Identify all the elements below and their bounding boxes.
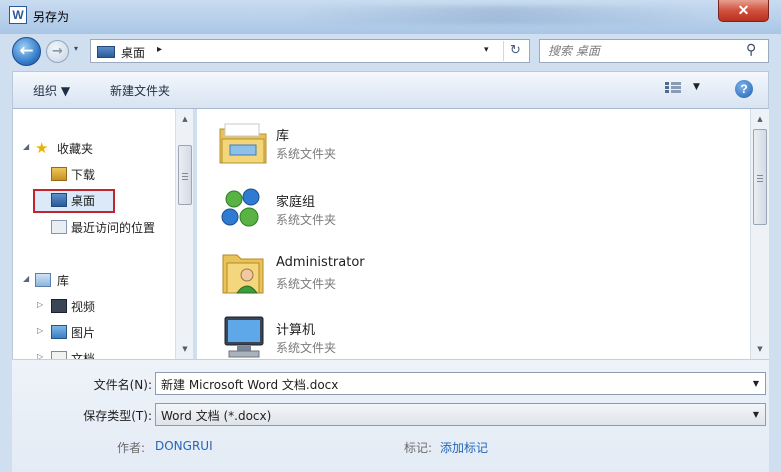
file-name: Administrator bbox=[276, 255, 365, 270]
new-folder-button[interactable]: 新建文件夹 bbox=[110, 82, 170, 99]
expander-icon[interactable]: ▷ bbox=[37, 300, 43, 309]
word-app-icon: W bbox=[9, 6, 27, 24]
grip-line bbox=[757, 178, 763, 179]
blurred-title-band bbox=[300, 6, 700, 24]
expander-icon[interactable]: ◢ bbox=[23, 142, 29, 151]
savetype-value: Word 文档 (*.docx) bbox=[161, 409, 272, 423]
save-form: 文件名(N): 新建 Microsoft Word 文档.docx ▼ 保存类型… bbox=[12, 359, 769, 472]
desktop-icon bbox=[51, 193, 67, 207]
title-bar: W 另存为 ✕ bbox=[0, 0, 781, 34]
sidebar-item-videos[interactable]: ▷ 视频 bbox=[13, 295, 175, 317]
organize-button[interactable]: 组织 ▼ bbox=[33, 82, 70, 99]
sidebar-item-downloads[interactable]: 下载 bbox=[13, 163, 175, 185]
expander-icon[interactable]: ▷ bbox=[37, 326, 43, 335]
file-type: 系统文件夹 bbox=[276, 213, 337, 227]
close-button[interactable]: ✕ bbox=[718, 0, 769, 22]
filename-value: 新建 Microsoft Word 文档.docx bbox=[161, 378, 339, 392]
help-icon[interactable]: ? bbox=[735, 80, 753, 98]
navigation-scrollbar[interactable]: ▲ ▼ bbox=[175, 109, 193, 359]
filename-field[interactable]: 新建 Microsoft Word 文档.docx ▼ bbox=[155, 372, 766, 395]
file-type: 系统文件夹 bbox=[276, 341, 337, 355]
scroll-down-icon[interactable]: ▼ bbox=[751, 341, 769, 357]
command-toolbar: 组织 ▼ 新建文件夹 ▼ ? bbox=[12, 71, 769, 109]
pictures-icon bbox=[51, 325, 67, 339]
list-item[interactable]: Administrator 系统文件夹 bbox=[213, 245, 513, 307]
file-name: 家庭组 bbox=[276, 195, 316, 210]
tags-label: 标记: bbox=[404, 441, 433, 455]
list-item[interactable]: 库 系统文件夹 bbox=[213, 115, 513, 177]
savetype-label: 保存类型(T): bbox=[83, 409, 152, 423]
filename-dropdown-icon[interactable]: ▼ bbox=[753, 379, 759, 388]
sidebar-item-recent-places[interactable]: 最近访问的位置 bbox=[13, 216, 175, 238]
history-dropdown-icon[interactable]: ▾ bbox=[74, 44, 78, 53]
scrollbar-thumb[interactable] bbox=[178, 145, 192, 205]
back-button[interactable]: ← bbox=[12, 37, 41, 66]
address-bar[interactable]: 桌面 ▸ ▾ ↻ bbox=[90, 39, 530, 63]
savetype-dropdown-icon[interactable]: ▼ bbox=[753, 410, 759, 419]
video-icon bbox=[51, 299, 67, 313]
file-name: 库 bbox=[276, 129, 290, 144]
navigation-pane: ◢ ★ 收藏夹 下载 桌面 最近访问的位置 ◢ 库 ▷ 视频 ▷ 图片 ▷ 文档… bbox=[12, 109, 193, 359]
sidebar-item-label: 库 bbox=[57, 274, 70, 288]
sidebar-item-libraries[interactable]: ◢ 库 bbox=[13, 269, 175, 291]
grip-line bbox=[182, 173, 188, 174]
breadcrumb-arrow-icon[interactable]: ▸ bbox=[157, 44, 162, 55]
file-type: 系统文件夹 bbox=[276, 147, 337, 161]
author-label: 作者: bbox=[117, 441, 146, 455]
star-icon: ★ bbox=[35, 139, 49, 157]
sidebar-item-desktop[interactable]: 桌面 bbox=[13, 189, 175, 211]
computer-icon bbox=[224, 316, 264, 358]
sidebar-item-favorites[interactable]: ◢ ★ 收藏夹 bbox=[13, 137, 175, 159]
search-icon[interactable]: ⚲ bbox=[746, 42, 756, 58]
file-list-scrollbar[interactable]: ▲ ▼ bbox=[750, 109, 769, 359]
list-item[interactable]: 家庭组 系统文件夹 bbox=[213, 181, 513, 243]
sidebar-item-label: 最近访问的位置 bbox=[71, 221, 156, 235]
grip-line bbox=[182, 179, 188, 180]
sidebar-item-label: 收藏夹 bbox=[57, 142, 94, 156]
library-icon bbox=[35, 273, 51, 287]
scroll-down-icon[interactable]: ▼ bbox=[176, 341, 193, 357]
scrollbar-thumb[interactable] bbox=[753, 129, 767, 225]
file-list-pane: 库 系统文件夹 家庭组 系统文件夹 Administrator 系统文件夹 计算… bbox=[197, 109, 769, 359]
grip-line bbox=[757, 175, 763, 176]
sidebar-item-documents[interactable]: ▷ 文档 bbox=[13, 347, 175, 359]
refresh-icon[interactable]: ↻ bbox=[503, 41, 527, 61]
documents-icon bbox=[51, 351, 67, 359]
search-input[interactable] bbox=[548, 43, 738, 59]
homegroup-icon bbox=[221, 188, 260, 227]
forward-button[interactable]: → bbox=[46, 40, 69, 63]
sidebar-item-label: 下载 bbox=[71, 168, 96, 182]
view-dropdown-icon[interactable]: ▼ bbox=[693, 82, 700, 92]
search-box[interactable]: ⚲ bbox=[539, 39, 769, 63]
scroll-up-icon[interactable]: ▲ bbox=[751, 111, 769, 127]
author-value[interactable]: DONGRUI bbox=[155, 439, 213, 453]
filename-label: 文件名(N): bbox=[93, 378, 152, 392]
tags-value[interactable]: 添加标记 bbox=[440, 439, 488, 456]
file-type: 系统文件夹 bbox=[276, 277, 337, 291]
address-dropdown-icon[interactable]: ▾ bbox=[484, 45, 489, 55]
window-title: 另存为 bbox=[33, 10, 70, 24]
sidebar-item-pictures[interactable]: ▷ 图片 bbox=[13, 321, 175, 343]
grip-line bbox=[757, 181, 763, 182]
savetype-select[interactable]: Word 文档 (*.docx) ▼ bbox=[155, 403, 766, 426]
sidebar-item-label: 文档 bbox=[71, 352, 96, 359]
file-name: 计算机 bbox=[276, 323, 316, 338]
sidebar-item-label: 视频 bbox=[71, 300, 96, 314]
scroll-up-icon[interactable]: ▲ bbox=[176, 111, 193, 127]
sidebar-item-label: 图片 bbox=[71, 326, 96, 340]
grip-line bbox=[182, 176, 188, 177]
view-options-icon[interactable] bbox=[665, 81, 681, 97]
expander-icon[interactable]: ▷ bbox=[37, 352, 43, 359]
user-folder-icon bbox=[222, 254, 264, 294]
sidebar-item-label: 桌面 bbox=[71, 194, 96, 208]
desktop-icon bbox=[97, 46, 115, 58]
downloads-icon bbox=[51, 167, 67, 181]
breadcrumb-desktop[interactable]: 桌面 bbox=[121, 44, 145, 61]
expander-icon[interactable]: ◢ bbox=[23, 274, 29, 283]
recent-places-icon bbox=[51, 220, 67, 234]
library-folder-icon bbox=[219, 123, 267, 164]
